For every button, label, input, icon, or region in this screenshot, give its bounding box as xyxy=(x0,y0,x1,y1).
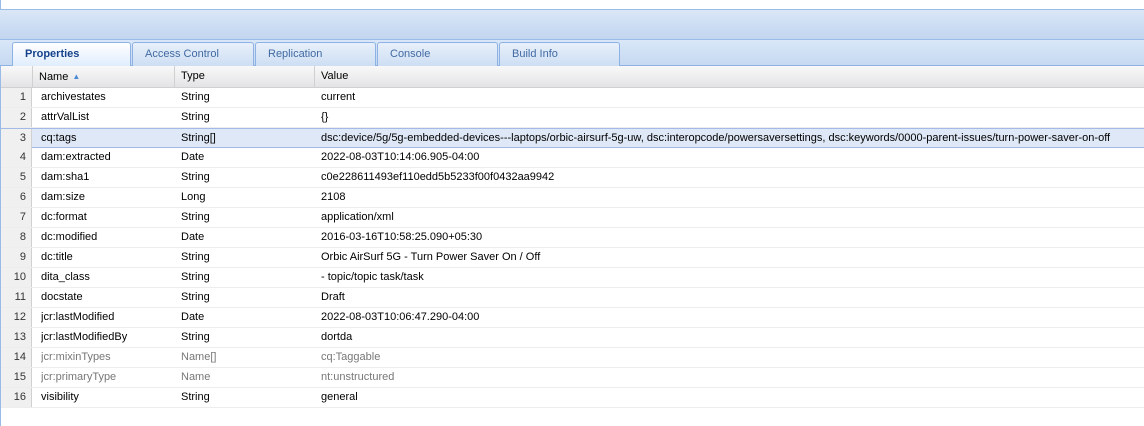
cell-name[interactable]: jcr:mixinTypes xyxy=(41,348,171,367)
table-row[interactable]: 16 visibility String general xyxy=(1,388,1144,408)
cell-type[interactable]: String xyxy=(181,268,311,287)
cell-name[interactable]: jcr:lastModifiedBy xyxy=(41,328,171,347)
table-row[interactable]: 1 archivestates String current xyxy=(1,88,1144,108)
table-row[interactable]: 11 docstate String Draft xyxy=(1,288,1144,308)
cell-name[interactable]: visibility xyxy=(41,388,171,407)
cell-name[interactable]: cq:tags xyxy=(41,129,171,148)
cell-value[interactable]: 2022-08-03T10:06:47.290-04:00 xyxy=(321,308,1143,327)
row-number: 6 xyxy=(1,188,32,207)
table-row[interactable]: 6 dam:size Long 2108 xyxy=(1,188,1144,208)
cell-name[interactable]: dc:title xyxy=(41,248,171,267)
row-number: 16 xyxy=(1,388,32,407)
row-number: 10 xyxy=(1,268,32,287)
cell-type[interactable]: Date xyxy=(181,308,311,327)
cell-type[interactable]: String xyxy=(181,248,311,267)
cell-type[interactable]: Date xyxy=(181,228,311,247)
table-row[interactable]: 3 cq:tags String[] dsc:device/5g/5g-embedde… xyxy=(1,128,1144,148)
cell-type[interactable]: String[] xyxy=(181,129,311,148)
column-header-type[interactable]: Type xyxy=(175,66,315,87)
cell-value[interactable]: cq:Taggable xyxy=(321,348,1143,367)
cell-name[interactable]: jcr:primaryType xyxy=(41,368,171,387)
cell-value[interactable]: dsc:device/5g/5g-embedded-devices---lapt… xyxy=(321,129,1143,148)
row-number: 9 xyxy=(1,248,32,267)
row-number: 3 xyxy=(1,129,32,148)
cell-type[interactable]: Name xyxy=(181,368,311,387)
table-row[interactable]: 2 attrValList String {} xyxy=(1,108,1144,128)
column-header-type-label: Type xyxy=(181,70,205,82)
cell-value[interactable]: - topic/topic task/task xyxy=(321,268,1143,287)
row-number: 8 xyxy=(1,228,32,247)
cell-value[interactable]: {} xyxy=(321,108,1143,127)
cell-value[interactable]: application/xml xyxy=(321,208,1143,227)
cell-value[interactable]: Draft xyxy=(321,288,1143,307)
cell-name[interactable]: jcr:lastModified xyxy=(41,308,171,327)
row-number: 5 xyxy=(1,168,32,187)
tab-access-control[interactable]: Access Control xyxy=(132,42,254,66)
top-panel xyxy=(0,0,1144,10)
table-row[interactable]: 5 dam:sha1 String c0e228611493ef110edd5b523… xyxy=(1,168,1144,188)
cell-value[interactable]: 2108 xyxy=(321,188,1143,207)
cell-value[interactable]: dortda xyxy=(321,328,1143,347)
table-row[interactable]: 8 dc:modified Date 2016-03-16T10:58:25.090+… xyxy=(1,228,1144,248)
table-row[interactable]: 4 dam:extracted Date 2022-08-03T10:14:06.90… xyxy=(1,148,1144,168)
table-row[interactable]: 13 jcr:lastModifiedBy String dortda xyxy=(1,328,1144,348)
column-header-value[interactable]: Value xyxy=(315,66,1144,87)
cell-value[interactable]: current xyxy=(321,88,1143,107)
tab-build-info[interactable]: Build Info xyxy=(499,42,620,66)
cell-value[interactable]: c0e228611493ef110edd5b5233f00f0432aa9942 xyxy=(321,168,1143,187)
cell-type[interactable]: String xyxy=(181,388,311,407)
row-number: 7 xyxy=(1,208,32,227)
row-number: 13 xyxy=(1,328,32,347)
properties-grid: Name ▲ Type Value 1 archivestates String cur… xyxy=(0,66,1144,426)
rownumber-header xyxy=(1,66,33,87)
cell-name[interactable]: docstate xyxy=(41,288,171,307)
cell-type[interactable]: Name[] xyxy=(181,348,311,367)
table-row[interactable]: 12 jcr:lastModified Date 2022-08-03T10:06:4… xyxy=(1,308,1144,328)
table-row[interactable]: 10 dita_class String - topic/topic task/tas… xyxy=(1,268,1144,288)
table-row[interactable]: 14 jcr:mixinTypes Name[] cq:Taggable xyxy=(1,348,1144,368)
tab-console[interactable]: Console xyxy=(377,42,498,66)
column-header-name[interactable]: Name ▲ xyxy=(33,66,175,87)
cell-value[interactable]: nt:unstructured xyxy=(321,368,1143,387)
column-header-value-label: Value xyxy=(321,70,349,82)
cell-name[interactable]: dc:modified xyxy=(41,228,171,247)
tab-replication[interactable]: Replication xyxy=(255,42,376,66)
cell-name[interactable]: archivestates xyxy=(41,88,171,107)
cell-type[interactable]: String xyxy=(181,328,311,347)
row-number: 11 xyxy=(1,288,32,307)
cell-value[interactable]: 2016-03-16T10:58:25.090+05:30 xyxy=(321,228,1143,247)
cell-type[interactable]: Date xyxy=(181,148,311,167)
cell-type[interactable]: String xyxy=(181,208,311,227)
table-row[interactable]: 15 jcr:primaryType Name nt:unstructured xyxy=(1,368,1144,388)
cell-type[interactable]: String xyxy=(181,168,311,187)
tab-properties[interactable]: Properties xyxy=(12,42,131,67)
cell-type[interactable]: String xyxy=(181,288,311,307)
cell-name[interactable]: attrValList xyxy=(41,108,171,127)
cell-name[interactable]: dam:sha1 xyxy=(41,168,171,187)
row-number: 15 xyxy=(1,368,32,387)
table-row[interactable]: 7 dc:format String application/xml xyxy=(1,208,1144,228)
row-number: 1 xyxy=(1,88,32,107)
cell-value[interactable]: 2022-08-03T10:14:06.905-04:00 xyxy=(321,148,1143,167)
row-number: 2 xyxy=(1,108,32,127)
cell-value[interactable]: general xyxy=(321,388,1143,407)
cell-value[interactable]: Orbic AirSurf 5G - Turn Power Saver On /… xyxy=(321,248,1143,267)
sort-asc-icon: ▲ xyxy=(72,72,81,81)
cell-name[interactable]: dita_class xyxy=(41,268,171,287)
cell-name[interactable]: dam:size xyxy=(41,188,171,207)
grid-header: Name ▲ Type Value xyxy=(1,66,1144,88)
cell-type[interactable]: String xyxy=(181,108,311,127)
tab-bar: Properties Access Control Replication Co… xyxy=(0,40,1144,67)
cell-type[interactable]: String xyxy=(181,88,311,107)
panel-splitter[interactable] xyxy=(0,10,1144,40)
row-number: 12 xyxy=(1,308,32,327)
cell-type[interactable]: Long xyxy=(181,188,311,207)
cell-name[interactable]: dc:format xyxy=(41,208,171,227)
column-header-name-label: Name xyxy=(39,71,69,83)
table-row[interactable]: 9 dc:title String Orbic AirSurf 5G - Turn P… xyxy=(1,248,1144,268)
row-number: 4 xyxy=(1,148,32,167)
cell-name[interactable]: dam:extracted xyxy=(41,148,171,167)
row-number: 14 xyxy=(1,348,32,367)
